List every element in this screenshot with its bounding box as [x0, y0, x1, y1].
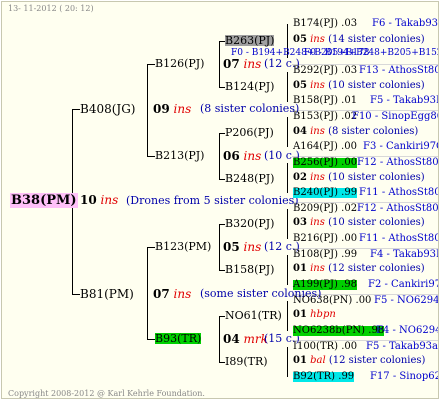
- root-year-line: 10 ins: [80, 194, 118, 206]
- gen2-queen[interactable]: B126(PJ): [155, 58, 204, 69]
- gen4-row[interactable]: B108(PJ) .99: [293, 250, 357, 260]
- g3-year-line: 05 ins (10 sister colonies): [293, 80, 425, 91]
- connector: [287, 117, 288, 147]
- g3-year-line: 01 hbpn: [293, 309, 336, 320]
- gen4-row[interactable]: B209(PJ) .02: [293, 204, 357, 214]
- g3-year-line: 02 ins (10 sister colonies): [293, 172, 425, 183]
- connector: [147, 247, 148, 339]
- connector: [219, 224, 220, 270]
- sire-year-line: 09 ins: [153, 102, 192, 116]
- connector: [287, 301, 288, 331]
- gen4-row[interactable]: B174(PJ) .03: [293, 19, 357, 29]
- gen2-queen[interactable]: B213(PJ): [155, 150, 204, 161]
- sire-note: (8 sister colonies): [200, 102, 300, 115]
- g3-year-line: 04 ins (8 sister colonies): [293, 126, 419, 137]
- connector: [147, 64, 148, 156]
- connector: [287, 255, 288, 285]
- gen2-year-line: 07 ins: [223, 57, 262, 71]
- gen4-row[interactable]: I100(TR) .00: [293, 342, 357, 352]
- gen4-row[interactable]: B158(PJ) .01: [293, 96, 357, 106]
- gen4-origin: F5 - Takab93R: [370, 95, 439, 106]
- connector: [219, 316, 220, 362]
- gen2-queen[interactable]: B93(TR): [155, 333, 202, 344]
- gen4-origin: F2 - Cankiri97Q: [368, 279, 438, 290]
- gen4-origin: F6 - Takab93R: [372, 18, 439, 29]
- gen4-row[interactable]: NO638(PN) .00: [293, 296, 371, 306]
- gen4-origin: F17 - Sinop62R: [370, 371, 438, 382]
- gen3-queen[interactable]: P206(PJ): [225, 127, 274, 138]
- gen4-origin: F10 - SinopEgg86R: [352, 111, 438, 122]
- connector: [219, 133, 220, 179]
- connector: [287, 209, 288, 239]
- gen2-year-line: 05 ins: [223, 240, 262, 254]
- gen3-queen[interactable]: B263(PJ): [225, 35, 275, 46]
- gen2-year-line: 04 mrk: [223, 332, 268, 346]
- root-queen[interactable]: B38(PM): [10, 193, 78, 208]
- connector: [219, 41, 220, 87]
- connector: [147, 339, 155, 340]
- connector: [72, 294, 80, 295]
- g3-year-line: 05 ins (14 sister colonies): [293, 34, 425, 45]
- gen4-row[interactable]: B256(PJ) .00: [293, 158, 358, 168]
- gen4-row[interactable]: A164(PJ) .00: [293, 142, 357, 152]
- gen4-origin: F11 - AthosSt80R: [359, 187, 438, 198]
- gen3-queen[interactable]: B320(PJ): [225, 218, 274, 229]
- gen4-origin: F12 - AthosSt80R: [357, 157, 439, 168]
- connector: [287, 72, 288, 102]
- gen4-row[interactable]: B153(PJ) .02: [293, 112, 357, 122]
- g3-year-line: 01 ins (12 sister colonies): [293, 263, 425, 274]
- g3-year-line: 01 bal (12 sister colonies): [293, 355, 426, 366]
- gen4-origin: F0 - B194+B248+B205+B152+B178+B354: [304, 48, 438, 58]
- year-number: 10: [80, 193, 97, 207]
- dam-queen[interactable]: B81(PM): [80, 288, 134, 300]
- connector: [72, 109, 80, 110]
- gen4-origin: F3 - Cankiri97Q: [363, 141, 439, 152]
- gen2-queen[interactable]: B123(PM): [155, 241, 211, 252]
- sire-queen[interactable]: B408(JG): [80, 103, 135, 115]
- gen4-row[interactable]: B92(TR) .99: [293, 372, 355, 382]
- gen2-year-line: 06 ins: [223, 149, 262, 163]
- gen3-queen[interactable]: NO61(TR): [225, 310, 282, 321]
- connector: [287, 347, 288, 377]
- g3-year-line: 03 ins (10 sister colonies): [293, 217, 425, 228]
- gen4-row[interactable]: B216(PJ) .00: [293, 234, 357, 244]
- gen3-queen[interactable]: B124(PJ): [225, 81, 274, 92]
- gen4-origin: F5 - Takab93aR: [366, 341, 439, 352]
- pedigree-canvas: 13- 11-2012 ( 20: 12) Copyright 2008-201…: [1, 1, 439, 399]
- breeding-tag: ins: [100, 193, 119, 207]
- connector: [287, 163, 288, 193]
- connector: [147, 156, 155, 157]
- dam-year-line: 07 ins: [153, 287, 192, 301]
- gen4-row[interactable]: NO6238b(PN) .98: [293, 326, 385, 336]
- gen4-row[interactable]: B292(PJ) .03: [293, 66, 357, 76]
- gen4-origin: F5 - NO6294R: [374, 295, 439, 306]
- copyright: Copyright 2008-2012 @ Karl Kehrle Founda…: [8, 389, 205, 398]
- root-note: (Drones from 5 sister colonies): [126, 194, 299, 207]
- gen4-origin: F13 - AthosSt80R: [359, 65, 438, 76]
- gen4-origin: F12 - AthosSt80R: [357, 203, 439, 214]
- date-stamp: 13- 11-2012 ( 20: 12): [8, 4, 94, 13]
- gen4-origin: F11 - AthosSt80R: [359, 233, 438, 244]
- gen4-origin: F4 - NO6294R: [376, 325, 438, 336]
- gen3-queen[interactable]: I89(TR): [225, 356, 268, 367]
- gen3-queen[interactable]: B248(PJ): [225, 173, 274, 184]
- gen4-origin: F4 - Takab93R: [370, 249, 439, 260]
- gen3-queen[interactable]: B158(PJ): [225, 264, 274, 275]
- gen4-row[interactable]: A199(PJ) .98: [293, 280, 357, 290]
- gen4-row[interactable]: B240(PJ) .99: [293, 188, 358, 198]
- connector: [147, 247, 155, 248]
- connector: [147, 64, 155, 65]
